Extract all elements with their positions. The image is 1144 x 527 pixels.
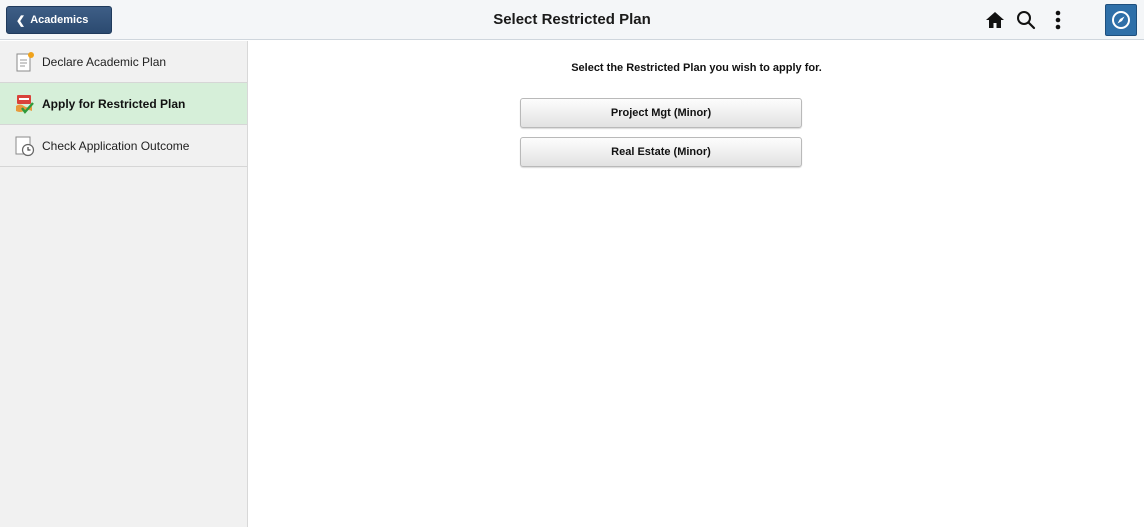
main-content: Select the Restricted Plan you wish to a… [249, 41, 1144, 527]
chevron-left-icon: ❮ [16, 14, 26, 27]
actions-menu-icon[interactable] [1047, 9, 1069, 31]
sidebar-item-apply-for-restricted-plan[interactable]: Apply for Restricted Plan [0, 83, 247, 125]
home-icon[interactable] [984, 9, 1006, 31]
document-clock-icon [14, 135, 36, 157]
page-title: Select Restricted Plan [493, 11, 651, 28]
plan-button-real-estate[interactable]: Real Estate (Minor) [520, 137, 802, 167]
document-icon [14, 51, 36, 73]
sidebar-item-declare-academic-plan[interactable]: Declare Academic Plan [0, 41, 247, 83]
sidebar-item-label: Check Application Outcome [42, 138, 190, 153]
header-bar: ❮ Academics Select Restricted Plan [0, 0, 1144, 40]
sidebar-item-check-application-outcome[interactable]: Check Application Outcome [0, 125, 247, 167]
search-icon[interactable] [1015, 9, 1037, 31]
sidebar-item-label: Declare Academic Plan [42, 54, 167, 69]
sidebar-item-label: Apply for Restricted Plan [42, 96, 186, 111]
back-button[interactable]: ❮ Academics [6, 6, 112, 34]
restricted-plan-icon [14, 93, 36, 115]
navbar-compass-icon[interactable] [1105, 4, 1137, 36]
instruction-text: Select the Restricted Plan you wish to a… [571, 62, 822, 74]
back-button-label: Academics [30, 14, 89, 26]
plan-button-project-mgt[interactable]: Project Mgt (Minor) [520, 98, 802, 128]
sidebar: Declare Academic Plan Apply for Restrict… [0, 41, 248, 527]
